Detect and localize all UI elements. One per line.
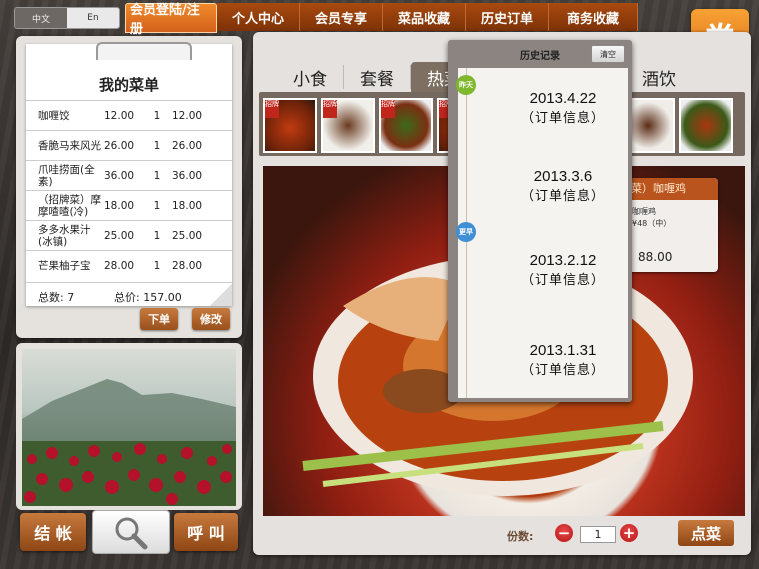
menu-row-total: 12.00 bbox=[172, 109, 203, 122]
quantity-minus-button[interactable]: − bbox=[555, 524, 573, 542]
history-item-info: （订单信息） bbox=[520, 189, 605, 204]
dish-info-price: 88.00 bbox=[638, 250, 673, 264]
history-item-date: 2013.3.6 bbox=[533, 168, 593, 185]
nav-personal-center[interactable]: 个人中心 bbox=[217, 3, 300, 31]
dish-info-card[interactable]: 牌菜）咖喱鸡 咖喱鸡 ¥48（中） 88.00 bbox=[618, 178, 718, 272]
history-item-info: （订单信息） bbox=[520, 363, 605, 378]
menu-row-qty: 1 bbox=[153, 169, 161, 182]
earlier-tag: 更早 bbox=[456, 222, 476, 242]
menu-row-price: 12.00 bbox=[104, 109, 135, 122]
nav-business-favorites[interactable]: 商务收藏 bbox=[549, 3, 638, 31]
menu-row-name: 芒果柚子宝 bbox=[38, 259, 91, 272]
menu-row-name: 多多水果汁(冰镇) bbox=[38, 223, 91, 248]
history-item[interactable]: 2013.3.6 （订单信息） bbox=[498, 168, 628, 204]
menu-row-qty: 1 bbox=[153, 229, 161, 242]
history-item-date: 2013.1.31 bbox=[529, 342, 597, 359]
menu-row-qty: 1 bbox=[153, 139, 161, 152]
my-menu-title: 我的菜单 bbox=[98, 76, 159, 94]
quantity-input[interactable]: 1 bbox=[580, 526, 616, 543]
total-count: 总数: 7 bbox=[38, 291, 75, 304]
total-price: 总价: 157.00 bbox=[114, 291, 182, 304]
menu-row-price: 18.00 bbox=[104, 199, 135, 212]
dish-thumbnail[interactable]: 招牌 bbox=[263, 98, 317, 153]
menu-row[interactable]: （招牌菜）摩摩喳喳(冷) 18.00 1 18.00 bbox=[26, 190, 232, 220]
menu-total-bar: 总数: 7 总价: 157.00 bbox=[26, 282, 232, 304]
history-item[interactable]: 2013.4.22 （订单信息） bbox=[498, 90, 628, 126]
tulip-landscape-image bbox=[22, 349, 236, 506]
signature-tag: 招牌 bbox=[381, 100, 395, 118]
menu-row-price: 36.00 bbox=[104, 169, 135, 182]
menu-row-price: 28.00 bbox=[104, 259, 135, 272]
dish-thumbnail[interactable]: 招牌 bbox=[379, 98, 433, 153]
history-item-info: （订单信息） bbox=[520, 111, 605, 126]
dish-info-name: 咖喱鸡 bbox=[632, 207, 656, 216]
dish-thumbnail[interactable]: 招牌 bbox=[321, 98, 375, 153]
menu-row-price: 25.00 bbox=[104, 229, 135, 242]
history-item[interactable]: 2013.2.12 （订单信息） bbox=[498, 252, 628, 288]
search-button[interactable] bbox=[92, 510, 170, 554]
history-item-date: 2013.2.12 bbox=[529, 252, 597, 269]
checkout-button[interactable]: 结 帐 bbox=[20, 513, 86, 551]
history-popup: 历史记录 清空 昨天 更早 2013.4.22 （订单信息） 2013.3.6 … bbox=[448, 40, 632, 402]
tab-set-meals[interactable]: 套餐 bbox=[344, 65, 411, 90]
quantity-plus-button[interactable]: + bbox=[620, 524, 638, 542]
place-order-button[interactable]: 下单 bbox=[140, 308, 178, 330]
menu-row[interactable]: 香脆马来风光 26.00 1 26.00 bbox=[26, 130, 232, 160]
signature-tag: 招牌 bbox=[265, 100, 279, 118]
dish-info-title: 牌菜）咖喱鸡 bbox=[618, 178, 718, 200]
menu-row-total: 36.00 bbox=[172, 169, 203, 182]
order-dish-button[interactable]: 点菜 bbox=[678, 520, 734, 546]
signature-tag: 招牌 bbox=[323, 100, 337, 118]
history-header: 历史记录 清空 bbox=[448, 40, 632, 68]
menu-row-name: 咖喱饺 bbox=[38, 109, 70, 122]
language-toggle[interactable]: 中文 En bbox=[14, 7, 120, 29]
edit-order-button[interactable]: 修改 bbox=[192, 308, 230, 330]
page-curl bbox=[210, 284, 232, 306]
menu-row-total: 18.00 bbox=[172, 199, 203, 212]
clipboard-clip bbox=[96, 42, 192, 60]
dish-thumbnail[interactable] bbox=[679, 98, 733, 153]
yesterday-tag: 昨天 bbox=[456, 75, 476, 95]
nav-order-history[interactable]: 历史订单 bbox=[466, 3, 549, 31]
history-item[interactable]: 2013.1.31 （订单信息） bbox=[498, 342, 628, 378]
language-english-button[interactable]: En bbox=[67, 8, 119, 28]
dish-info-price-detail: ¥48（中） bbox=[632, 219, 672, 228]
language-chinese-button[interactable]: 中文 bbox=[15, 8, 67, 28]
my-menu-card: 我的菜单 咖喱饺 12.00 1 12.00 香脆马来风光 26.00 1 26… bbox=[26, 42, 232, 306]
my-menu-list: 咖喱饺 12.00 1 12.00 香脆马来风光 26.00 1 26.00 爪… bbox=[26, 100, 232, 280]
history-item-date: 2013.4.22 bbox=[529, 90, 597, 107]
magnifier-icon bbox=[115, 517, 148, 550]
menu-row-qty: 1 bbox=[153, 109, 161, 122]
menu-row-qty: 1 bbox=[153, 199, 161, 212]
menu-row[interactable]: 咖喱饺 12.00 1 12.00 bbox=[26, 100, 232, 130]
nav-member-login[interactable]: 会员登陆/注册 bbox=[125, 3, 217, 37]
nav-member-exclusive[interactable]: 会员专享 bbox=[300, 3, 383, 31]
menu-row[interactable]: 芒果柚子宝 28.00 1 28.00 bbox=[26, 250, 232, 280]
menu-row-total: 26.00 bbox=[172, 139, 203, 152]
history-list: 昨天 更早 2013.4.22 （订单信息） 2013.3.6 （订单信息） 2… bbox=[456, 68, 628, 398]
top-nav: 会员登陆/注册 个人中心 会员专享 菜品收藏 历史订单 商务收藏 bbox=[125, 3, 638, 37]
menu-row[interactable]: 多多水果汁(冰镇) 25.00 1 25.00 bbox=[26, 220, 232, 250]
my-menu-panel: 我的菜单 咖喱饺 12.00 1 12.00 香脆马来风光 26.00 1 26… bbox=[16, 36, 242, 338]
menu-row-name: 香脆马来风光 bbox=[38, 139, 101, 152]
menu-row-total: 25.00 bbox=[172, 229, 203, 242]
menu-row[interactable]: 爪哇捞面(全素) 36.00 1 36.00 bbox=[26, 160, 232, 190]
tab-drinks[interactable]: 酒饮 bbox=[626, 65, 692, 90]
menu-row-name: 爪哇捞面(全素) bbox=[38, 163, 95, 188]
clear-history-button[interactable]: 清空 bbox=[591, 45, 625, 63]
menu-row-total: 28.00 bbox=[172, 259, 203, 272]
menu-row-qty: 1 bbox=[153, 259, 161, 272]
quantity-label: 份数: bbox=[507, 530, 534, 543]
menu-row-name: （招牌菜）摩摩喳喳(冷) bbox=[38, 193, 101, 218]
tab-snacks[interactable]: 小食 bbox=[277, 65, 344, 90]
nav-dish-favorites[interactable]: 菜品收藏 bbox=[383, 3, 466, 31]
history-item-info: （订单信息） bbox=[520, 273, 605, 288]
call-waiter-button[interactable]: 呼 叫 bbox=[174, 513, 238, 551]
menu-row-price: 26.00 bbox=[104, 139, 135, 152]
ad-picture-panel bbox=[16, 343, 242, 510]
